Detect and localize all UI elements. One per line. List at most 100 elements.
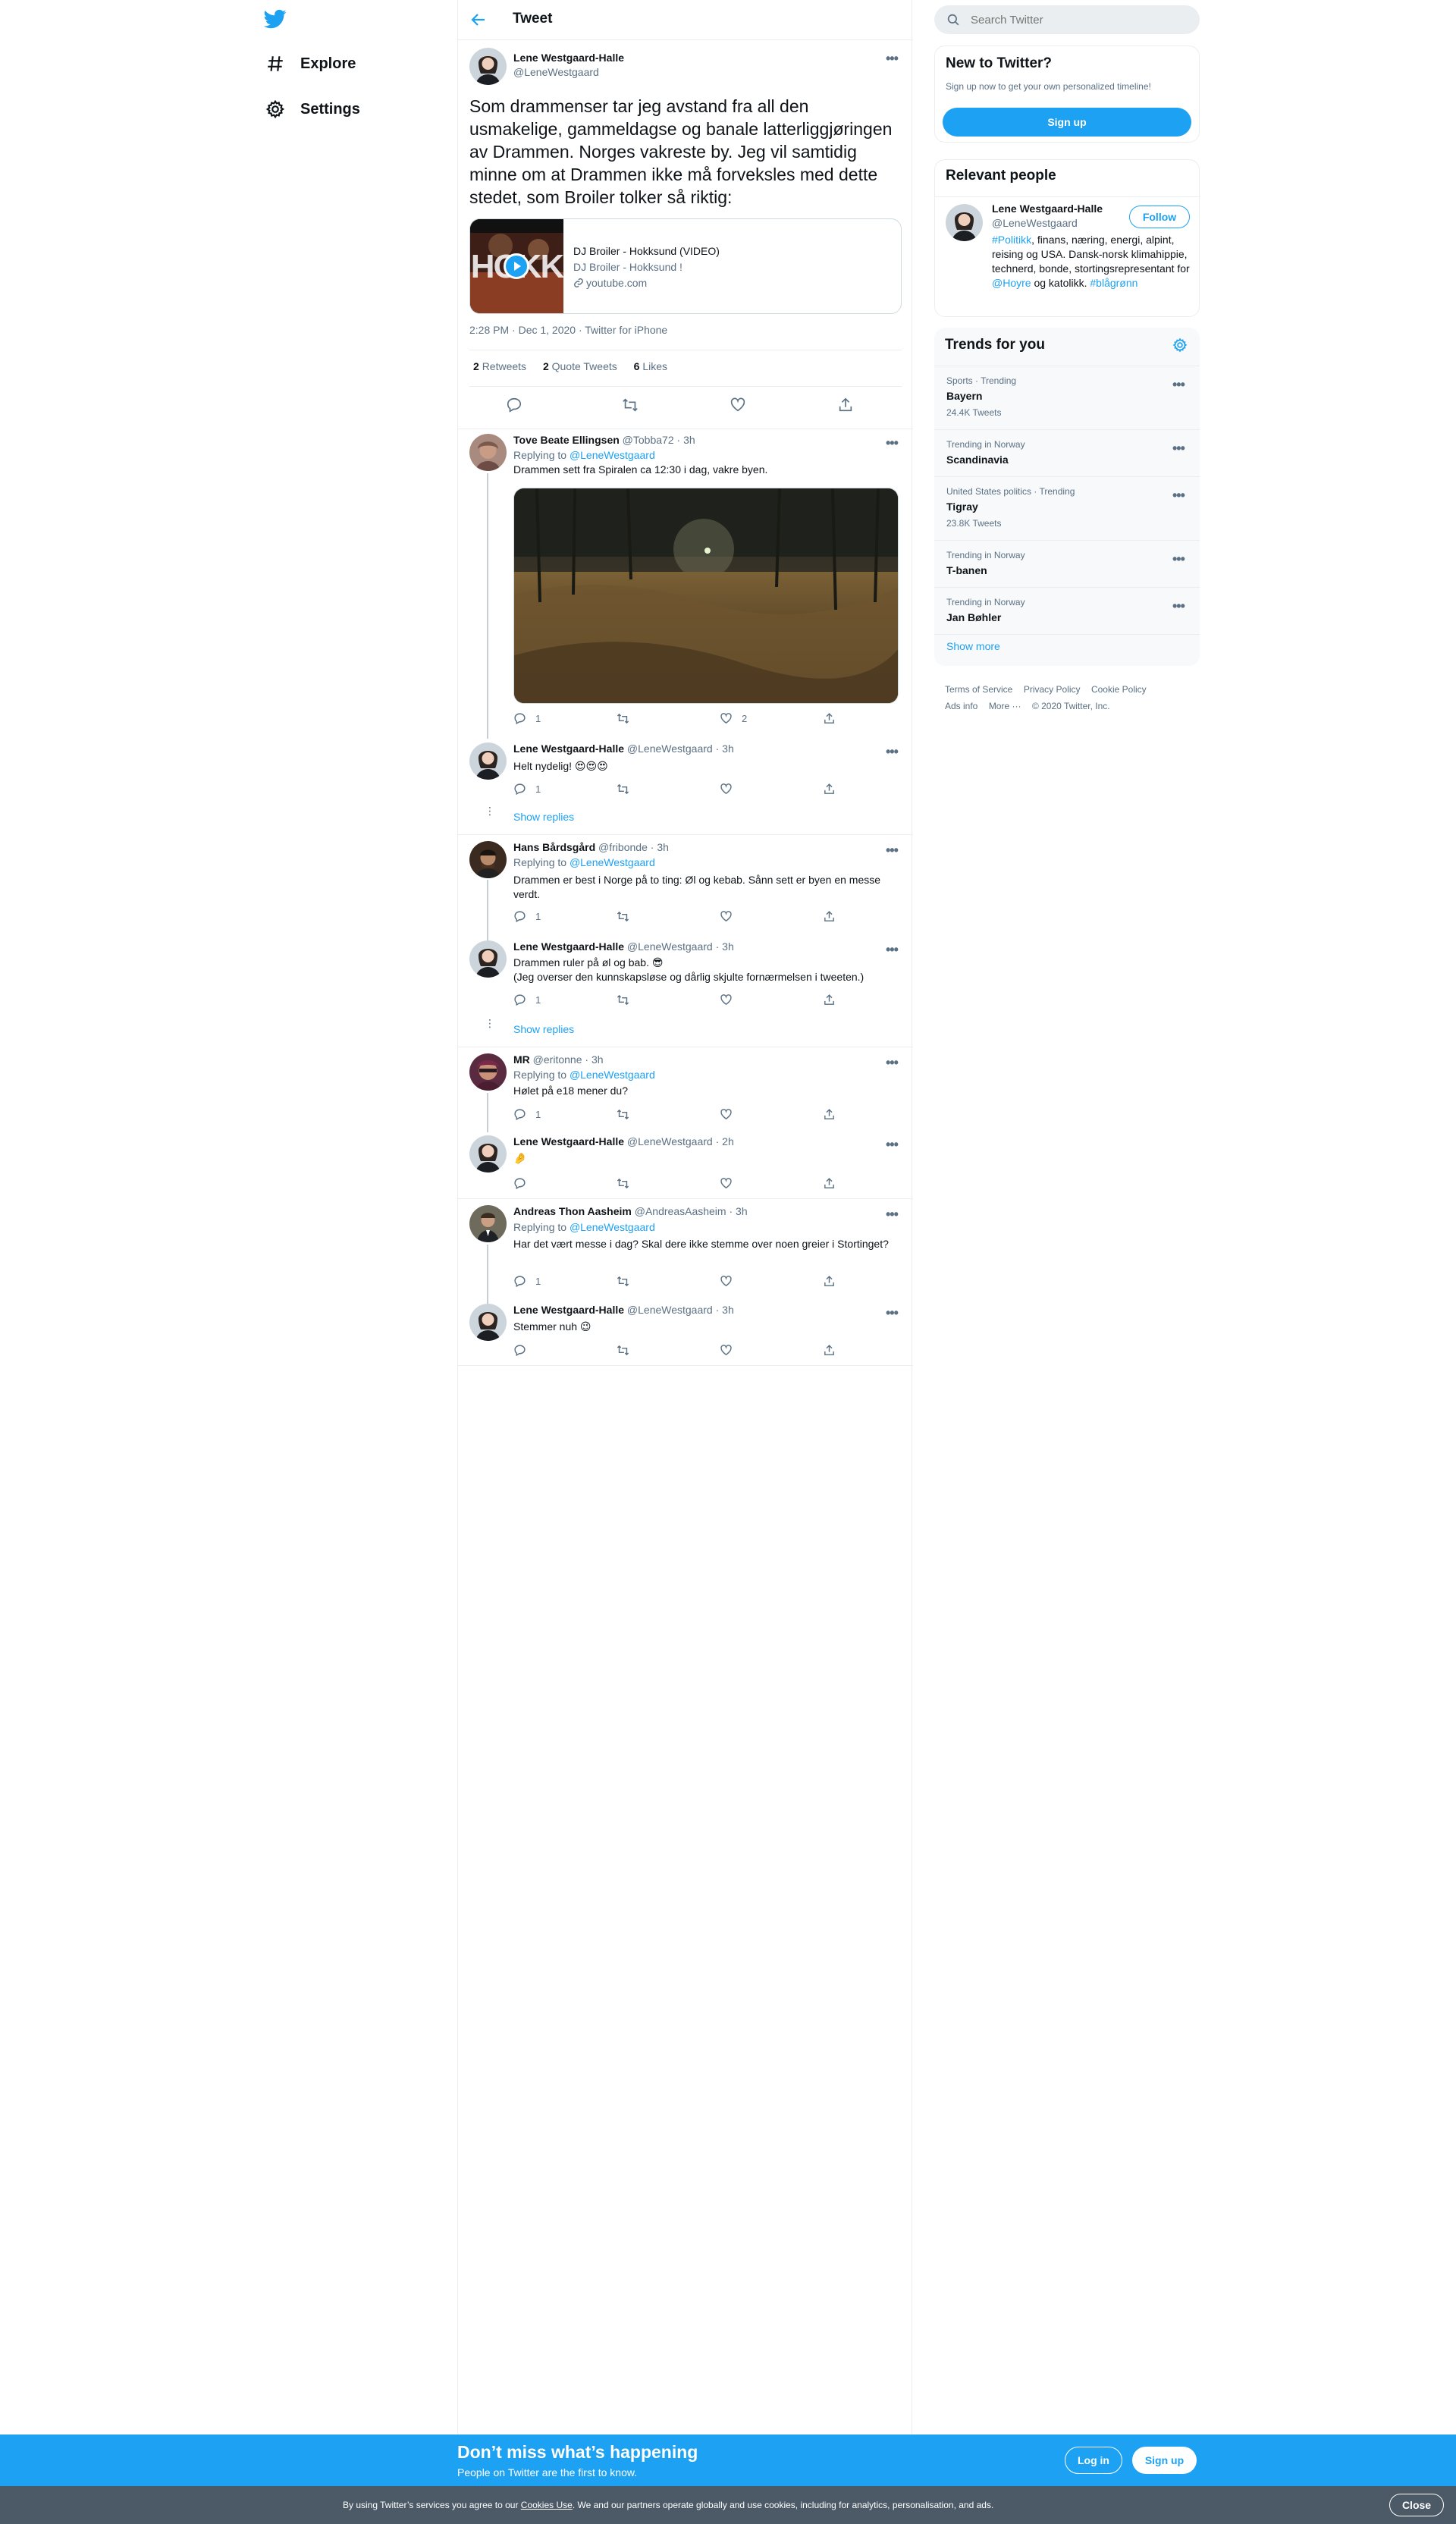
reply-author-handle[interactable]: @eritonne — [533, 1053, 582, 1066]
reply-time[interactable]: 3h — [736, 1205, 748, 1217]
reply-time[interactable]: 3h — [657, 841, 669, 853]
more-icon[interactable]: ••• — [1172, 378, 1185, 391]
share-button[interactable] — [823, 994, 836, 1006]
share-icon[interactable] — [837, 397, 854, 413]
reply-author-name[interactable]: Hans Bårdsgård — [513, 841, 595, 853]
tweet-time[interactable]: 2:28 PM · Dec 1, 2020 — [469, 324, 576, 336]
signup-button[interactable]: Sign up — [1132, 2447, 1197, 2474]
like-button[interactable] — [720, 783, 733, 796]
reply-button[interactable]: 1 — [513, 712, 541, 725]
avatar[interactable] — [469, 1053, 507, 1091]
retweet-icon[interactable] — [622, 397, 639, 413]
reply-button[interactable]: 1 — [513, 994, 541, 1006]
reply-author-name[interactable]: MR — [513, 1053, 530, 1066]
cookies-use-link[interactable]: Cookies Use — [521, 2500, 573, 2510]
reply-button[interactable] — [513, 1177, 526, 1190]
author-name[interactable]: Lene Westgaard-Halle — [513, 52, 624, 64]
avatar[interactable] — [469, 48, 507, 85]
retweet-button[interactable] — [617, 1177, 629, 1190]
reply-time[interactable]: 3h — [722, 1304, 734, 1316]
reply-author-handle[interactable]: @AndreasAasheim — [635, 1205, 726, 1217]
search-input[interactable] — [971, 11, 1183, 28]
footer-link-ads[interactable]: Ads info — [945, 701, 977, 711]
person-name[interactable]: Lene Westgaard-Halle — [992, 202, 1103, 215]
trend-item[interactable]: Trending in Norway T-banen ••• — [934, 540, 1200, 587]
stat-quote-tweets[interactable]: 2 Quote Tweets — [543, 360, 617, 372]
trend-item[interactable]: United States politics · Trending Tigray… — [934, 476, 1200, 540]
reply-time[interactable]: 3h — [722, 940, 734, 953]
reply-button[interactable]: 1 — [513, 783, 541, 796]
like-button[interactable] — [720, 1344, 733, 1357]
reply-button[interactable]: 1 — [513, 910, 541, 923]
stat-retweets[interactable]: 2 Retweets — [473, 360, 526, 372]
footer-link-cookies[interactable]: Cookie Policy — [1091, 684, 1147, 695]
reply-author-handle[interactable]: @LeneWestgaard — [627, 1135, 713, 1147]
avatar[interactable] — [469, 1205, 507, 1242]
share-button[interactable] — [823, 1344, 836, 1357]
more-icon[interactable]: ••• — [1172, 488, 1185, 502]
reply-author-handle[interactable]: @LeneWestgaard — [627, 940, 713, 953]
search-box[interactable] — [934, 5, 1200, 34]
reply-time[interactable]: 3h — [592, 1053, 604, 1066]
replying-to-mention[interactable]: @LeneWestgaard — [570, 1221, 655, 1233]
trend-item[interactable]: Sports · Trending Bayern 24.4K Tweets ••… — [934, 366, 1200, 429]
bio-hashtag[interactable]: #blågrønn — [1090, 277, 1138, 289]
bio-hashtag[interactable]: #Politikk — [992, 234, 1031, 246]
like-button[interactable] — [720, 1275, 733, 1288]
avatar[interactable] — [469, 742, 507, 780]
arrow-left-icon[interactable] — [469, 11, 489, 30]
reply-author-name[interactable]: Lene Westgaard-Halle — [513, 1304, 624, 1316]
avatar[interactable] — [946, 204, 983, 241]
reply-author-name[interactable]: Tove Beate Ellingsen — [513, 434, 620, 446]
retweet-button[interactable] — [617, 1275, 629, 1288]
show-more-link[interactable]: Show more — [946, 640, 1000, 652]
share-button[interactable] — [823, 783, 836, 796]
more-icon[interactable]: ••• — [886, 1306, 899, 1320]
nav-item-settings[interactable]: Settings — [265, 88, 360, 130]
reply-author-name[interactable]: Andreas Thon Aasheim — [513, 1205, 632, 1217]
like-button[interactable] — [720, 994, 733, 1006]
reply-author-handle[interactable]: @LeneWestgaard — [627, 742, 713, 755]
more-icon[interactable]: ••• — [1172, 441, 1185, 455]
reply-author-name[interactable]: Lene Westgaard-Halle — [513, 742, 624, 755]
replying-to-mention[interactable]: @LeneWestgaard — [570, 449, 655, 461]
reply-button[interactable]: 1 — [513, 1275, 541, 1288]
share-button[interactable] — [823, 1177, 836, 1190]
reply-time[interactable]: 3h — [683, 434, 695, 446]
avatar[interactable] — [469, 1304, 507, 1341]
share-button[interactable] — [823, 1275, 836, 1288]
like-button[interactable]: 2 — [720, 712, 747, 725]
retweet-button[interactable] — [617, 712, 639, 725]
share-button[interactable] — [823, 910, 836, 923]
like-button[interactable] — [720, 1177, 733, 1190]
more-icon[interactable]: ••• — [886, 943, 899, 956]
reply-icon[interactable] — [506, 397, 522, 413]
show-replies-link[interactable]: Show replies — [513, 811, 574, 823]
reply-author-handle[interactable]: @LeneWestgaard — [627, 1304, 713, 1316]
more-icon[interactable]: ••• — [886, 843, 899, 857]
reply-author-name[interactable]: Lene Westgaard-Halle — [513, 940, 624, 953]
show-replies-link[interactable]: Show replies — [513, 1023, 574, 1035]
more-icon[interactable]: ••• — [886, 745, 899, 758]
retweet-button[interactable] — [617, 1344, 629, 1357]
like-icon[interactable] — [730, 397, 746, 413]
more-icon[interactable]: ••• — [1172, 552, 1185, 566]
avatar[interactable] — [469, 841, 507, 878]
follow-button[interactable]: Follow — [1129, 206, 1190, 228]
play-icon[interactable] — [504, 253, 529, 279]
gear-icon[interactable] — [1172, 337, 1188, 353]
like-button[interactable] — [720, 1108, 733, 1121]
like-button[interactable] — [720, 910, 733, 923]
retweet-button[interactable] — [617, 994, 629, 1006]
close-button[interactable]: Close — [1389, 2494, 1444, 2516]
reply-photo[interactable] — [513, 488, 899, 704]
more-icon[interactable]: ••• — [886, 1056, 899, 1069]
share-button[interactable] — [823, 1108, 836, 1121]
reply-author-handle[interactable]: @fribonde — [598, 841, 648, 853]
avatar[interactable] — [469, 434, 507, 471]
tweet-source[interactable]: Twitter for iPhone — [585, 324, 667, 336]
retweet-button[interactable] — [617, 1108, 629, 1121]
retweet-button[interactable] — [617, 783, 629, 796]
more-icon[interactable]: ••• — [886, 1138, 899, 1151]
author-handle[interactable]: @LeneWestgaard — [513, 66, 599, 78]
